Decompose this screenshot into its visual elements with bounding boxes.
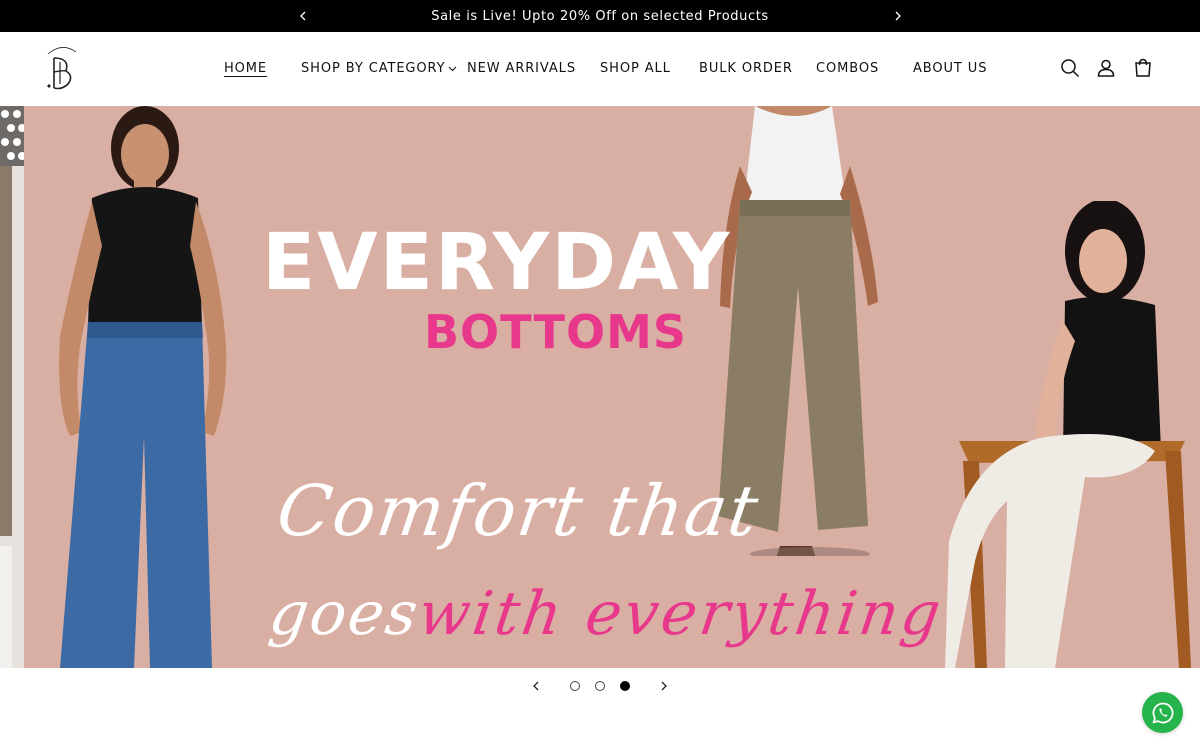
nav-about-us-label: ABOUT US <box>913 61 988 76</box>
nav-home[interactable]: HOME <box>224 61 267 76</box>
peek-strip-light <box>0 546 12 668</box>
chevron-down-icon <box>448 61 457 76</box>
site-header: HOME SHOP BY CATEGORY NEW ARRIVALS SHOP … <box>0 32 1200 106</box>
announcement-next-button[interactable] <box>886 0 910 32</box>
peek-strip <box>0 166 12 536</box>
hero-subheadline: BOTTOMS <box>424 305 687 359</box>
nav-bulk-order[interactable]: BULK ORDER <box>699 61 793 76</box>
nav-combos-label: COMBOS <box>816 61 880 76</box>
nav-shop-all[interactable]: SHOP ALL <box>600 61 671 76</box>
slideshow-controls <box>0 668 1200 704</box>
slide-next-button[interactable] <box>654 676 674 696</box>
search-icon[interactable] <box>1059 57 1081 79</box>
chevron-left-icon <box>300 11 306 21</box>
previous-slide-peek <box>0 106 26 668</box>
hero-headline: EVERYDAY <box>262 218 732 308</box>
hero-banner[interactable]: EVERYDAY BOTTOMS Comfort that goeswith e… <box>0 106 1200 668</box>
hero-tagline-line1: Comfort that <box>272 470 765 552</box>
hero-tagline-goes: goes <box>265 579 424 649</box>
hero-tagline-line2: goeswith everything <box>265 579 948 649</box>
account-icon[interactable] <box>1095 57 1117 79</box>
slide-dot-1[interactable] <box>570 681 580 691</box>
announcement-bar: Sale is Live! Upto 20% Off on selected P… <box>0 0 1200 32</box>
nav-new-arrivals-label: NEW ARRIVALS <box>467 61 576 76</box>
slide-prev-button[interactable] <box>526 676 546 696</box>
chevron-left-icon <box>533 681 539 691</box>
cart-icon[interactable] <box>1132 57 1154 79</box>
slide-dot-3[interactable] <box>620 681 630 691</box>
brand-logo[interactable] <box>44 44 80 94</box>
nav-about-us[interactable]: ABOUT US <box>913 61 987 76</box>
nav-shop-by-category-label: SHOP BY CATEGORY <box>301 61 446 76</box>
nav-home-label: HOME <box>224 61 268 76</box>
chevron-right-icon <box>895 11 901 21</box>
nav-combos[interactable]: COMBOS <box>816 61 879 76</box>
nav-shop-by-category[interactable]: SHOP BY CATEGORY <box>301 61 457 76</box>
announcement-text: Sale is Live! Upto 20% Off on selected P… <box>431 8 769 24</box>
nav-shop-all-label: SHOP ALL <box>600 61 671 76</box>
model-white-trousers-image <box>945 201 1191 668</box>
whatsapp-icon <box>1152 702 1173 723</box>
whatsapp-button[interactable] <box>1142 692 1183 733</box>
announcement-prev-button[interactable] <box>291 0 315 32</box>
chevron-right-icon <box>661 681 667 691</box>
nav-new-arrivals[interactable]: NEW ARRIVALS <box>467 61 576 76</box>
slide-dot-2[interactable] <box>595 681 605 691</box>
peek-pattern <box>0 106 26 166</box>
hero-tagline-with-everything: with everything <box>413 579 948 649</box>
model-denim-image <box>59 106 227 668</box>
nav-bulk-order-label: BULK ORDER <box>699 61 793 76</box>
